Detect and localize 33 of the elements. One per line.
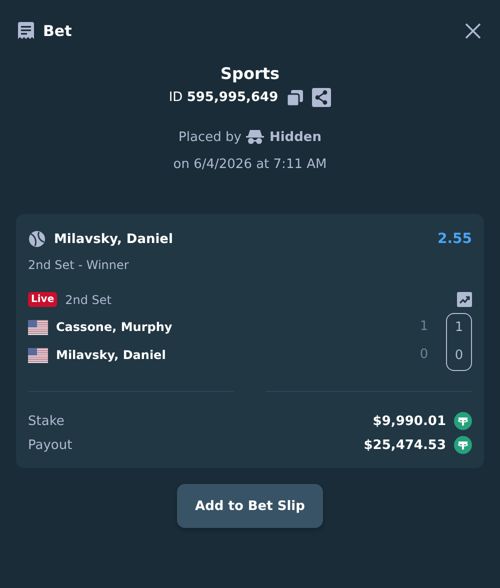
score: 1 (454, 319, 464, 337)
score: 1 (418, 318, 430, 336)
score: 0 (418, 346, 430, 364)
placed-by-label: Placed by (178, 130, 242, 144)
period-label: 2nd Set (65, 292, 112, 306)
copy-button[interactable] (286, 88, 304, 106)
user-name: Hidden (269, 130, 322, 144)
player-name: Cassone, Murphy (56, 320, 174, 334)
incognito-icon (246, 129, 264, 145)
dialog-title: Bet (43, 22, 73, 40)
sport-title: Sports (220, 64, 280, 83)
player-name: Milavsky, Daniel (56, 348, 167, 362)
total-amount: $25,474.53 (364, 438, 446, 452)
market-name: 2nd Set - Winner (28, 258, 130, 272)
bet-id: ID 595,995,649 (168, 90, 278, 105)
live-badge: Live (28, 292, 58, 307)
selection-name: Milavsky, Daniel (54, 232, 174, 246)
odds: 2.55 (437, 231, 472, 247)
us-flag-icon (28, 348, 48, 362)
placed-date: on 6/4/2026 at 7:11 AM (173, 157, 327, 172)
stats-button[interactable] (457, 292, 472, 307)
tether-coin-icon (454, 436, 472, 454)
tennis-ball-icon (28, 230, 46, 248)
receipt-icon (17, 22, 35, 40)
add-to-bet-slip-button[interactable]: Add to Bet Slip (177, 484, 323, 528)
score: 0 (454, 347, 464, 365)
tether-coin-icon (454, 412, 472, 430)
close-button[interactable] (464, 22, 482, 40)
total-label: Stake (28, 414, 66, 428)
total-label: Payout (28, 438, 74, 452)
us-flag-icon (28, 320, 48, 334)
total-amount: $9,990.01 (372, 414, 446, 428)
share-button[interactable] (312, 88, 332, 107)
